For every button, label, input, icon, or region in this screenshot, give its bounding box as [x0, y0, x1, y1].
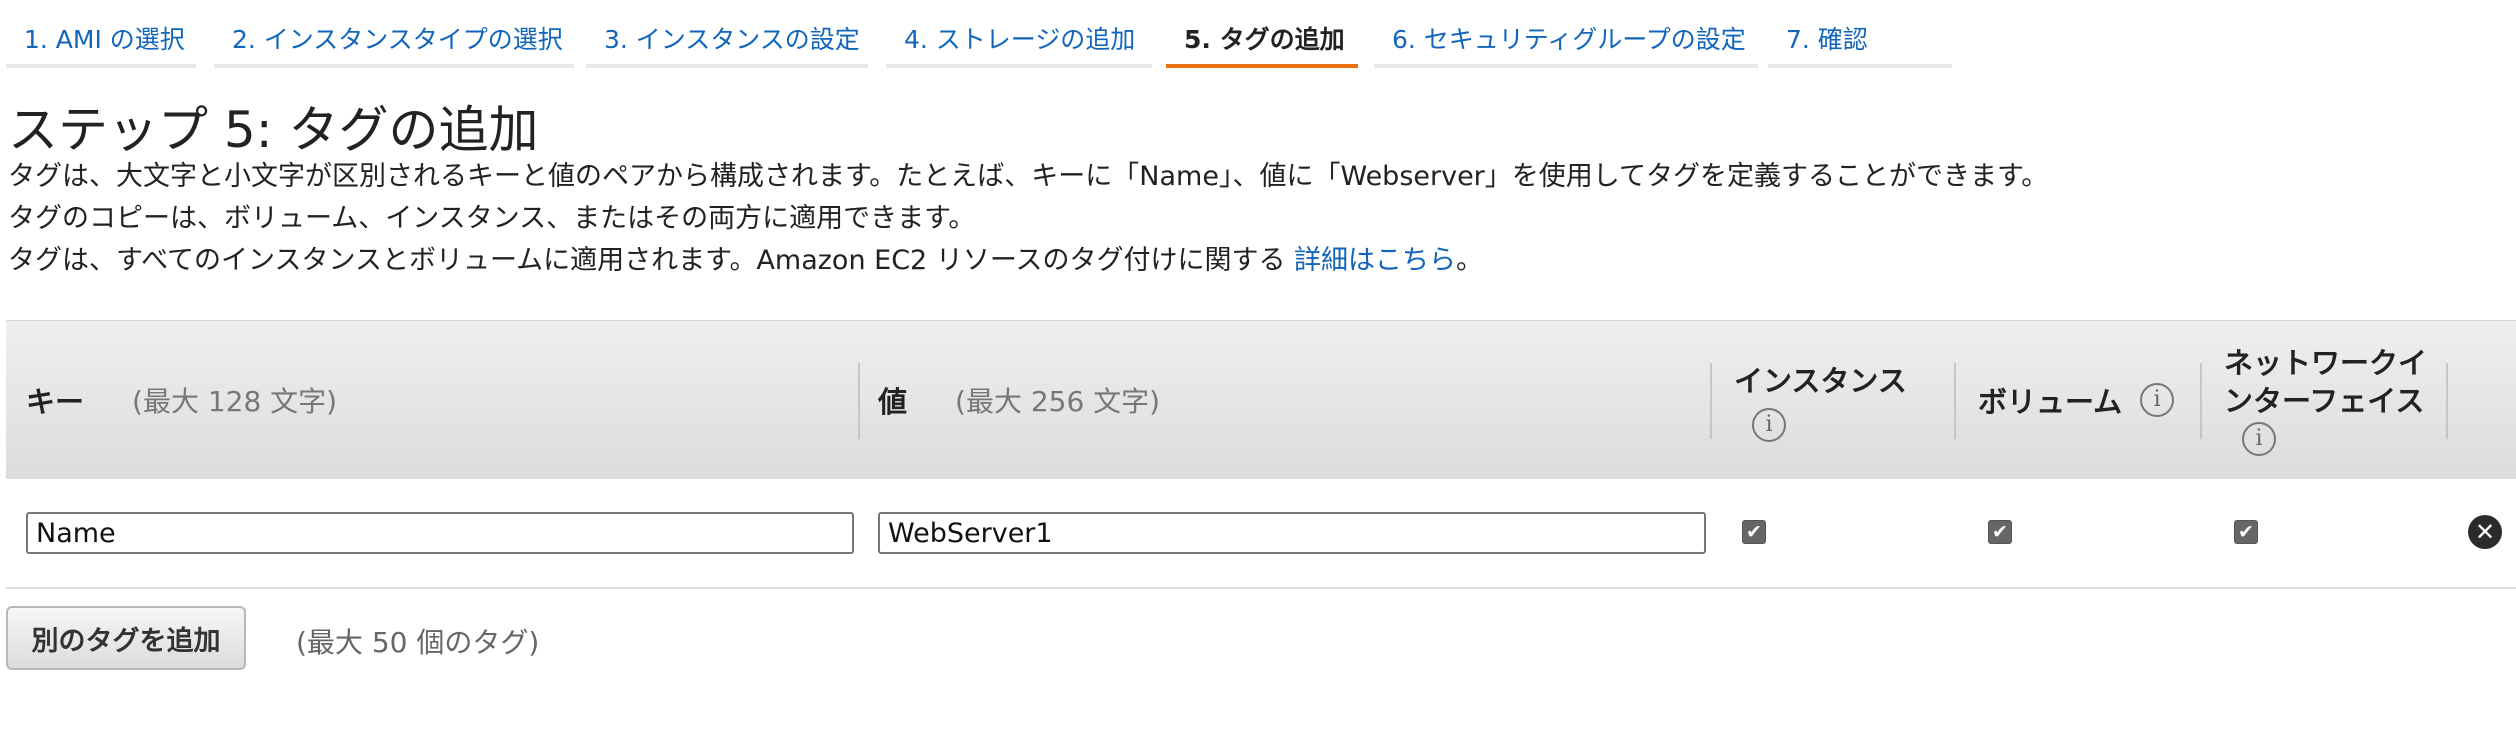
column-header-network-interface-label-2: ンターフェイス — [2224, 384, 2425, 418]
column-header-value: 値 (最大 256 文字) — [878, 321, 1708, 479]
column-divider — [858, 363, 860, 439]
instance-checkbox[interactable]: ✔ — [1742, 520, 1766, 544]
step-add-storage[interactable]: 4. ストレージの追加 — [886, 0, 1152, 68]
column-divider — [2200, 363, 2202, 439]
tag-key-input[interactable] — [26, 512, 854, 554]
description-line-1: タグは、大文字と小文字が区別されるキーと値のペアから構成されます。たとえば、キー… — [8, 161, 2049, 192]
volume-checkbox[interactable]: ✔ — [1988, 520, 2012, 544]
step-choose-instance-type[interactable]: 2. インスタンスタイプの選択 — [214, 0, 574, 68]
add-tag-limit-hint: (最大 50 個のタグ) — [296, 626, 540, 659]
column-header-volume-label: ボリューム — [1978, 385, 2123, 419]
learn-more-link[interactable]: 詳細はこちら — [1294, 245, 1456, 276]
tag-value-input[interactable] — [878, 512, 1706, 554]
description-line-3-end: 。 — [1456, 245, 1484, 276]
tags-table-header: キー (最大 128 文字) 値 (最大 256 文字) インスタンス i ボリ… — [6, 320, 2516, 480]
column-divider — [1710, 363, 1712, 439]
step-add-tags[interactable]: 5. タグの追加 — [1166, 0, 1358, 68]
step-configure-security-group[interactable]: 6. セキュリティグループの設定 — [1374, 0, 1758, 68]
step-configure-instance[interactable]: 3. インスタンスの設定 — [586, 0, 868, 68]
description-line-3: タグは、すべてのインスタンスとボリュームに適用されます。Amazon EC2 リ… — [8, 238, 1483, 277]
column-header-key-hint: (最大 128 文字) — [132, 385, 338, 418]
step-review[interactable]: 7. 確認 — [1768, 0, 1952, 68]
column-header-instance: インスタンス i — [1734, 321, 1954, 479]
column-header-instance-label: インスタンス — [1734, 364, 1907, 398]
column-header-value-hint: (最大 256 文字) — [955, 385, 1161, 418]
table-row: ✔ ✔ ✔ ✕ — [6, 479, 2516, 589]
info-icon[interactable]: i — [2140, 383, 2175, 417]
network-interface-checkbox[interactable]: ✔ — [2234, 520, 2258, 544]
step-choose-ami[interactable]: 1. AMI の選択 — [6, 0, 196, 68]
column-header-key-label: キー — [26, 385, 85, 419]
column-header-volume: ボリューム i — [1978, 321, 2198, 479]
description-line-2: タグのコピーは、ボリューム、インスタンス、またはその両方に適用できます。 — [8, 203, 976, 234]
description-line-3-text: タグは、すべてのインスタンスとボリュームに適用されます。Amazon EC2 リ… — [8, 245, 1295, 276]
column-header-network-interface-label-1: ネットワークイ — [2224, 346, 2428, 380]
column-header-key: キー (最大 128 文字) — [26, 321, 856, 479]
page-title: ステップ 5: タグの追加 — [8, 101, 539, 159]
info-icon[interactable]: i — [2242, 422, 2276, 456]
column-divider — [1954, 363, 1956, 439]
column-header-value-label: 値 — [878, 385, 908, 419]
column-header-network-interface: ネットワークイ ンターフェイス i — [2224, 321, 2454, 479]
info-icon[interactable]: i — [1752, 408, 1786, 442]
add-another-tag-button[interactable]: 別のタグを追加 — [6, 606, 246, 670]
column-divider — [2446, 363, 2448, 439]
remove-tag-icon[interactable]: ✕ — [2468, 515, 2502, 549]
